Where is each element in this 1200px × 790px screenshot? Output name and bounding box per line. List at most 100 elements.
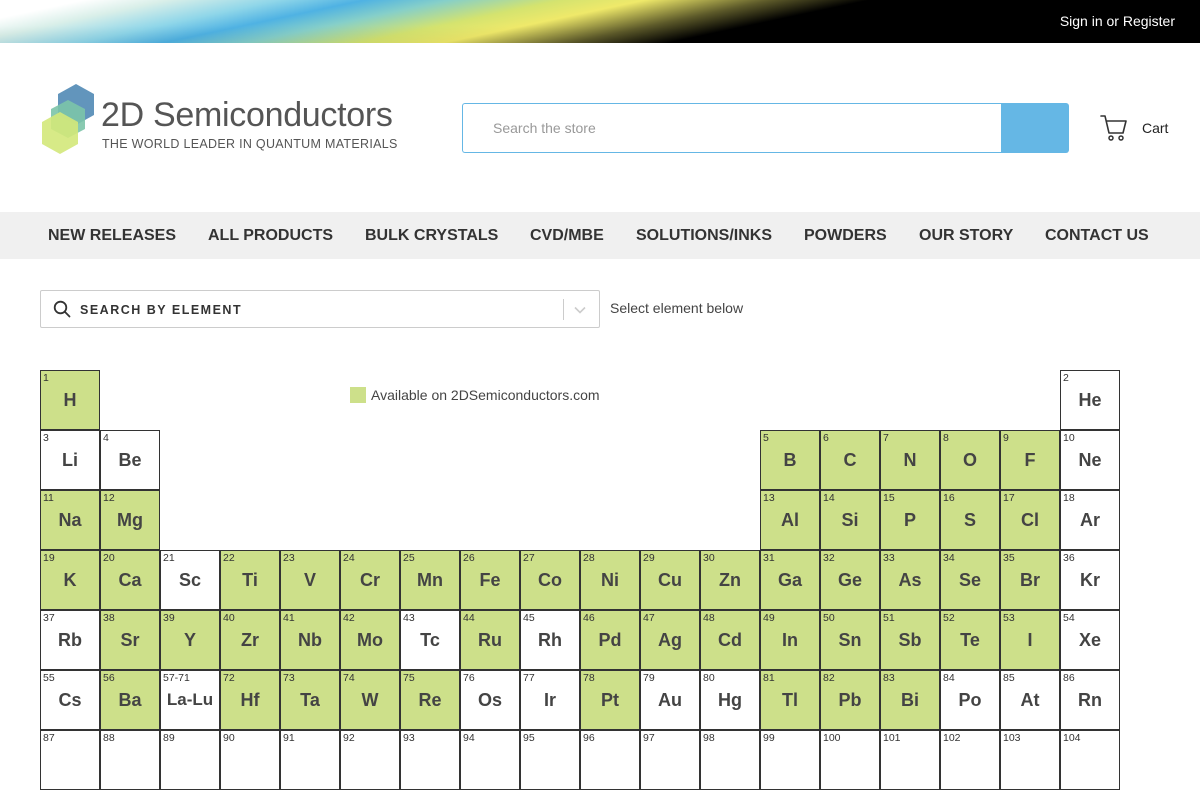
element-cell[interactable]: 8O — [940, 430, 1000, 490]
nav-bulk-crystals[interactable]: BULK CRYSTALS — [365, 227, 498, 245]
nav-powders[interactable]: POWDERS — [804, 227, 887, 245]
element-cell[interactable]: 10 Ne — [1060, 430, 1120, 490]
element-cell[interactable]: 20 Ca — [100, 550, 160, 610]
element-cell[interactable]: 19 K — [40, 550, 100, 610]
element-cell[interactable]: 22 Ti — [220, 550, 280, 610]
element-cell[interactable]: 21 Sc — [160, 550, 220, 610]
element-cell[interactable]: 33 As — [880, 550, 940, 610]
element-cell[interactable]: 12 Mg — [100, 490, 160, 550]
register-link[interactable]: Register — [1123, 13, 1175, 29]
element-cell[interactable]: 7N — [880, 430, 940, 490]
nav-new-releases[interactable]: NEW RELEASES — [48, 227, 176, 245]
element-cell[interactable]: 31 Ga — [760, 550, 820, 610]
element-cell[interactable]: 81 Tl — [760, 670, 820, 730]
element-cell[interactable]: 49 In — [760, 610, 820, 670]
element-cell[interactable]: 45 Rh — [520, 610, 580, 670]
element-cell[interactable]: 5B — [760, 430, 820, 490]
element-cell[interactable]: 78 Pt — [580, 670, 640, 730]
element-cell[interactable]: 4 Be — [100, 430, 160, 490]
nav-cvd-mbe[interactable]: CVD/MBE — [530, 227, 604, 245]
element-cell[interactable]: 43 Tc — [400, 610, 460, 670]
element-cell[interactable]: 1H — [40, 370, 100, 430]
element-cell[interactable]: 27 Co — [520, 550, 580, 610]
search-input[interactable] — [463, 104, 1002, 152]
element-cell[interactable]: 91 — [280, 730, 340, 790]
element-cell[interactable]: 89 — [160, 730, 220, 790]
element-cell[interactable]: 82 Pb — [820, 670, 880, 730]
element-cell[interactable]: 34 Se — [940, 550, 1000, 610]
element-cell[interactable]: 42 Mo — [340, 610, 400, 670]
element-cell[interactable]: 96 — [580, 730, 640, 790]
element-cell[interactable]: 102 — [940, 730, 1000, 790]
element-cell[interactable]: 29 Cu — [640, 550, 700, 610]
element-cell[interactable]: 57-71 La-Lu — [160, 670, 220, 730]
element-cell[interactable]: 38 Sr — [100, 610, 160, 670]
element-cell[interactable]: 90 — [220, 730, 280, 790]
element-cell[interactable]: 88 — [100, 730, 160, 790]
element-cell[interactable]: 9F — [1000, 430, 1060, 490]
element-cell[interactable]: 93 — [400, 730, 460, 790]
element-cell[interactable]: 98 — [700, 730, 760, 790]
element-cell[interactable]: 84 Po — [940, 670, 1000, 730]
element-cell[interactable]: 85 At — [1000, 670, 1060, 730]
element-cell[interactable]: 23 V — [280, 550, 340, 610]
element-cell[interactable]: 94 — [460, 730, 520, 790]
element-cell[interactable]: 17 Cl — [1000, 490, 1060, 550]
search-button[interactable] — [1001, 103, 1069, 153]
element-cell[interactable]: 86 Rn — [1060, 670, 1120, 730]
sign-in-link[interactable]: Sign in — [1060, 13, 1103, 29]
element-cell[interactable]: 2 He — [1060, 370, 1120, 430]
element-cell[interactable]: 83 Bi — [880, 670, 940, 730]
element-cell[interactable]: 75 Re — [400, 670, 460, 730]
element-cell[interactable]: 37 Rb — [40, 610, 100, 670]
chevron-down-icon[interactable] — [573, 303, 587, 317]
nav-solutions-inks[interactable]: SOLUTIONS/INKS — [636, 227, 772, 245]
element-cell[interactable]: 35 Br — [1000, 550, 1060, 610]
site-logo[interactable]: 2D Semiconductors THE WORLD LEADER IN QU… — [38, 82, 418, 162]
nav-contact-us[interactable]: CONTACT US — [1045, 227, 1149, 245]
element-cell[interactable]: 103 — [1000, 730, 1060, 790]
element-cell[interactable]: 26 Fe — [460, 550, 520, 610]
element-cell[interactable]: 77 Ir — [520, 670, 580, 730]
element-cell[interactable]: 74 W — [340, 670, 400, 730]
element-cell[interactable]: 46 Pd — [580, 610, 640, 670]
element-cell[interactable]: 104 — [1060, 730, 1120, 790]
element-cell[interactable]: 95 — [520, 730, 580, 790]
element-cell[interactable]: 99 — [760, 730, 820, 790]
element-cell[interactable]: 25 Mn — [400, 550, 460, 610]
element-cell[interactable]: 39 Y — [160, 610, 220, 670]
element-cell[interactable]: 16 S — [940, 490, 1000, 550]
element-cell[interactable]: 52 Te — [940, 610, 1000, 670]
element-cell[interactable]: 92 — [340, 730, 400, 790]
cart-link[interactable]: Cart — [1100, 112, 1168, 144]
element-cell[interactable]: 47 Ag — [640, 610, 700, 670]
element-cell[interactable]: 53 I — [1000, 610, 1060, 670]
element-cell[interactable]: 11 Na — [40, 490, 100, 550]
element-cell[interactable]: 55 Cs — [40, 670, 100, 730]
element-cell[interactable]: 13 Al — [760, 490, 820, 550]
element-cell[interactable]: 73 Ta — [280, 670, 340, 730]
element-cell[interactable]: 97 — [640, 730, 700, 790]
element-cell[interactable]: 6C — [820, 430, 880, 490]
element-cell[interactable]: 72 Hf — [220, 670, 280, 730]
element-cell[interactable]: 30 Zn — [700, 550, 760, 610]
element-cell[interactable]: 28 Ni — [580, 550, 640, 610]
element-cell[interactable]: 48 Cd — [700, 610, 760, 670]
element-cell[interactable]: 76 Os — [460, 670, 520, 730]
element-cell[interactable]: 41 Nb — [280, 610, 340, 670]
element-cell[interactable]: 36 Kr — [1060, 550, 1120, 610]
element-cell[interactable]: 54 Xe — [1060, 610, 1120, 670]
element-cell[interactable]: 101 — [880, 730, 940, 790]
element-cell[interactable]: 56 Ba — [100, 670, 160, 730]
nav-all-products[interactable]: ALL PRODUCTS — [208, 227, 333, 245]
element-cell[interactable]: 44 Ru — [460, 610, 520, 670]
element-cell[interactable]: 87 — [40, 730, 100, 790]
element-cell[interactable]: 18 Ar — [1060, 490, 1120, 550]
element-cell[interactable]: 80 Hg — [700, 670, 760, 730]
element-cell[interactable]: 100 — [820, 730, 880, 790]
element-cell[interactable]: 32 Ge — [820, 550, 880, 610]
element-cell[interactable]: 40 Zr — [220, 610, 280, 670]
element-cell[interactable]: 15 P — [880, 490, 940, 550]
element-cell[interactable]: 14 Si — [820, 490, 880, 550]
element-cell[interactable]: 3 Li — [40, 430, 100, 490]
